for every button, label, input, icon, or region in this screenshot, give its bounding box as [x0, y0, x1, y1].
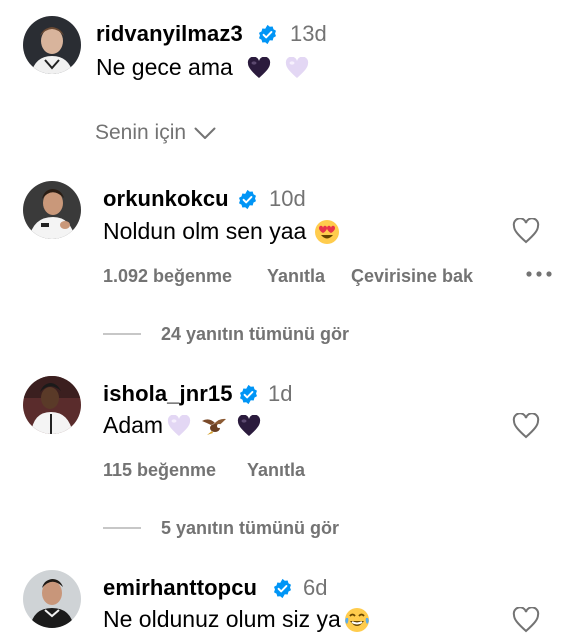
verified-badge-icon: [259, 24, 276, 45]
comment-text-content: Noldun olm sen yaa: [103, 218, 307, 244]
verified-badge-icon: [274, 578, 291, 599]
comment-text: Ne oldunuz olum siz ya: [103, 606, 370, 633]
replies-divider: [103, 527, 141, 529]
username[interactable]: orkunkokcu: [103, 186, 229, 212]
comment-text-content: Ne gece ama: [96, 54, 233, 80]
sort-dropdown-label: Senin için: [95, 121, 187, 144]
like-heart-icon[interactable]: [512, 413, 540, 439]
comment-time: 13d: [290, 21, 327, 46]
more-options-icon[interactable]: [525, 270, 553, 278]
comment-time: 10d: [269, 186, 306, 211]
comment-text: Adam: [103, 412, 261, 439]
black-heart-emoji-icon: [247, 56, 271, 79]
replies-divider: [103, 333, 141, 335]
comment-text: Noldun olm sen yaa: [103, 218, 340, 245]
username[interactable]: emirhanttopcu: [103, 575, 257, 601]
avatar[interactable]: [23, 570, 81, 628]
light-purple-heart-emoji-icon: [285, 56, 309, 79]
username[interactable]: ishola_jnr15: [103, 381, 233, 407]
avatar[interactable]: [23, 376, 81, 434]
reply-button[interactable]: Yanıtla: [247, 460, 305, 481]
comment-time: 6d: [303, 575, 328, 600]
comment-text-content: Adam: [103, 412, 164, 438]
avatar[interactable]: [23, 16, 81, 74]
eagle-emoji-icon: [201, 415, 227, 437]
heart-eyes-emoji-icon: [314, 219, 340, 245]
light-purple-heart-emoji-icon: [167, 414, 191, 437]
view-replies-button[interactable]: 24 yanıtın tümünü gör: [161, 324, 349, 345]
likes-count[interactable]: 1.092 beğenme: [103, 266, 232, 287]
view-replies-button[interactable]: 5 yanıtın tümünü gör: [161, 518, 339, 539]
sort-dropdown[interactable]: Senin için: [95, 121, 216, 145]
verified-badge-icon: [240, 384, 257, 405]
black-heart-emoji-icon: [237, 414, 261, 437]
chevron-down-icon: [194, 127, 216, 139]
likes-count[interactable]: 115 beğenme: [103, 460, 216, 481]
like-heart-icon[interactable]: [512, 607, 540, 633]
comment-time: 1d: [268, 381, 293, 406]
username[interactable]: ridvanyilmaz3: [96, 21, 243, 47]
joy-emoji-icon: [344, 607, 370, 633]
see-translation-button[interactable]: Çevirisine bak: [351, 266, 473, 287]
avatar[interactable]: [23, 181, 81, 239]
comment-text: Ne gece ama: [96, 54, 309, 81]
reply-button[interactable]: Yanıtla: [267, 266, 325, 287]
like-heart-icon[interactable]: [512, 218, 540, 244]
verified-badge-icon: [239, 189, 256, 210]
comment-text-content: Ne oldunuz olum siz ya: [103, 606, 341, 632]
